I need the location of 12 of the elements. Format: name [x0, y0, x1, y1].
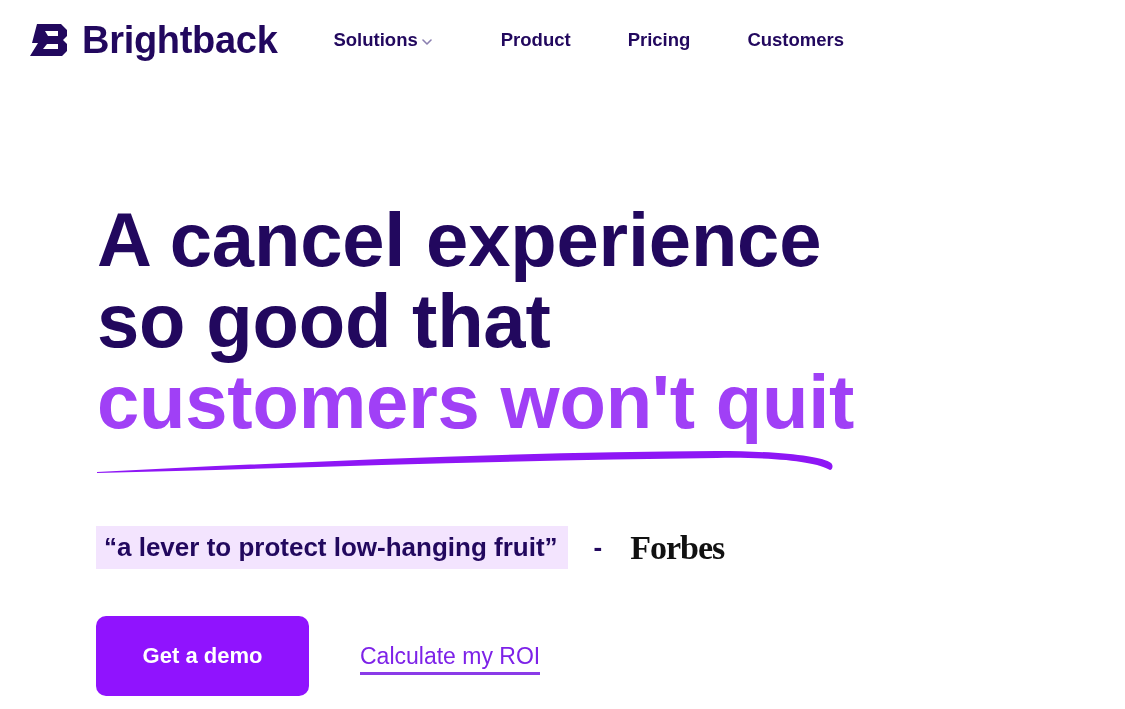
nav-link[interactable]: Solutions	[333, 28, 444, 52]
nav-link[interactable]: Product	[500, 28, 571, 52]
logo-icon	[30, 24, 68, 56]
demo-button[interactable]: Get a demo	[96, 616, 309, 696]
headline-text: A cancel experience	[97, 199, 822, 280]
nav-link[interactable]: Pricing	[627, 28, 691, 52]
quote-dash: -	[593, 532, 603, 563]
quote-source: Forbes	[630, 528, 725, 567]
quote-text: “a lever to protect low-hanging fruit”	[96, 526, 568, 569]
nav-link[interactable]: Customers	[747, 28, 844, 52]
logo-wordmark[interactable]: Brightback	[82, 21, 278, 59]
roi-link[interactable]: Calculate my ROI	[360, 643, 541, 675]
